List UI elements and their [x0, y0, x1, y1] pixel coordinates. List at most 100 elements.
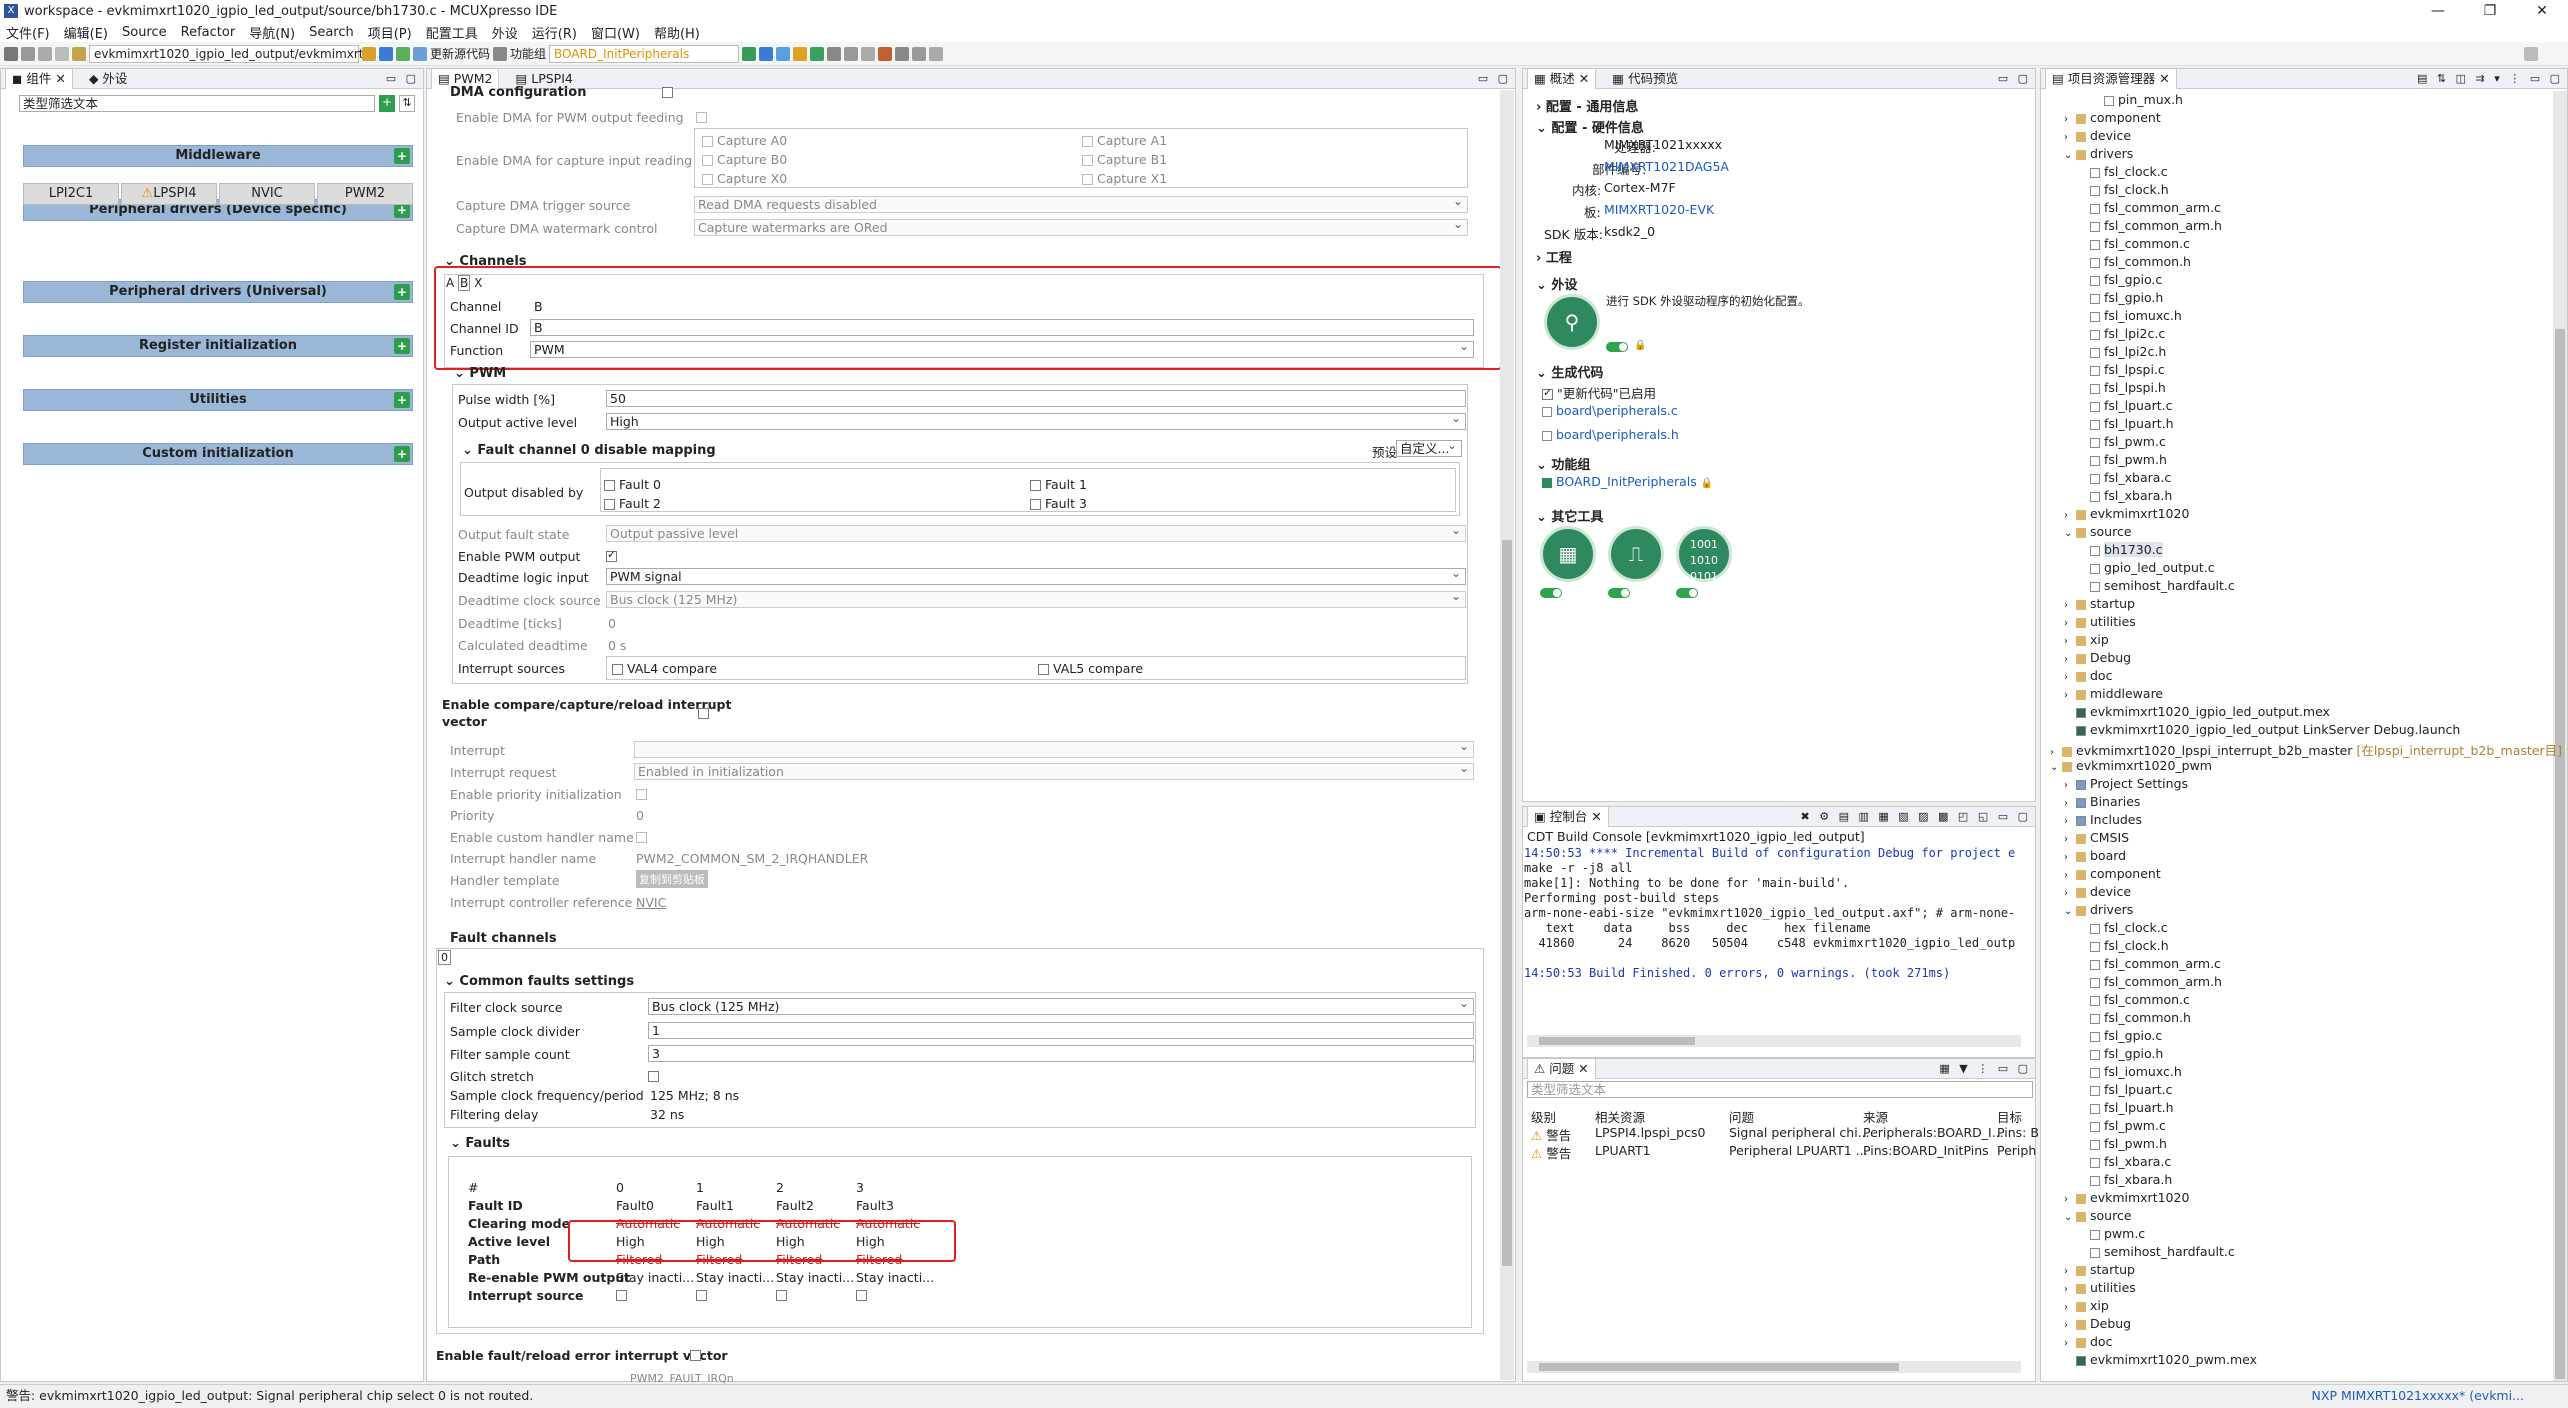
tree-item[interactable]: fsl_common_arm.c [2078, 956, 2221, 971]
tab-code-preview[interactable]: ▦ 代码预览 [1606, 69, 1684, 89]
tree-item[interactable]: › middleware [2064, 686, 2163, 701]
explorer-scrollbar-thumb[interactable] [2555, 329, 2565, 1379]
update-code-icon[interactable] [413, 46, 427, 61]
tree-item[interactable]: fsl_lpuart.h [2078, 1100, 2174, 1115]
func-group-link[interactable]: BOARD_InitPeripherals 🔒 [1542, 474, 1713, 489]
capture-a0[interactable]: Capture A0 [702, 133, 787, 148]
tree-item[interactable]: fsl_common_arm.h [2078, 218, 2222, 233]
menu-item[interactable]: Search [309, 25, 354, 40]
tree-item[interactable]: › utilities [2064, 1280, 2136, 1295]
pins-tool-toggle[interactable] [1540, 588, 1562, 598]
pwm-heading[interactable]: ⌄ PWM [454, 366, 506, 381]
search-icon[interactable] [2524, 46, 2538, 61]
filter-count-input[interactable]: 3 [648, 1045, 1474, 1062]
filter-clock-select[interactable]: Bus clock (125 MHz) [648, 998, 1474, 1015]
tree-item[interactable]: ⌄ drivers [2064, 146, 2133, 161]
fault-channel-tab-0[interactable]: 0 [438, 950, 451, 965]
overview-panel-controls[interactable]: ▭ ▢ [1998, 72, 2031, 85]
group-props-icon[interactable] [759, 46, 774, 61]
tool-icon[interactable] [878, 46, 893, 61]
chevron-right-icon[interactable]: › [2064, 636, 2076, 647]
enable-priority-checkbox[interactable] [636, 789, 647, 800]
add-register-init-icon[interactable]: + [394, 338, 410, 354]
tree-item[interactable]: fsl_gpio.h [2078, 290, 2163, 305]
project-heading[interactable]: › 工程 [1536, 247, 1572, 266]
glitch-checkbox[interactable] [648, 1071, 659, 1082]
tree-item[interactable]: evkmimxrt1020_pwm.mex [2064, 1352, 2257, 1367]
clocks-tool-toggle[interactable] [1608, 588, 1630, 598]
menu-item[interactable]: 窗口(W) [591, 23, 640, 42]
tree-item[interactable]: fsl_gpio.c [2078, 272, 2162, 287]
chevron-right-icon[interactable]: › [2064, 1320, 2076, 1331]
tree-item[interactable]: fsl_iomuxc.h [2078, 1064, 2182, 1079]
chevron-right-icon[interactable]: › [2064, 1266, 2076, 1277]
dropdown-icon[interactable] [493, 46, 508, 61]
clocks-icon[interactable] [396, 46, 410, 61]
chevron-right-icon[interactable]: › [2050, 747, 2062, 758]
tree-item[interactable]: fsl_lpi2c.h [2078, 344, 2166, 359]
sort-icon[interactable]: ⇅ [399, 95, 415, 112]
menu-item[interactable]: 配置工具 [426, 23, 478, 42]
tree-item[interactable]: evkmimxrt1020_igpio_led_output LinkServe… [2064, 722, 2460, 737]
capture-x1[interactable]: Capture X1 [1082, 171, 1167, 186]
new-icon[interactable] [4, 46, 18, 61]
board-link[interactable]: MIMXRT1020-EVK [1604, 202, 1714, 217]
menu-item[interactable]: 项目(P) [368, 23, 412, 42]
restore-button[interactable]: ❐ [2464, 0, 2516, 22]
more-icon[interactable] [929, 46, 944, 61]
tree-item[interactable]: ⌄ source [2064, 524, 2132, 539]
menu-item[interactable]: 编辑(E) [64, 23, 108, 42]
panel-controls[interactable]: ▭ ▢ [386, 72, 419, 85]
tree-item[interactable]: ⌄ drivers [2064, 902, 2133, 917]
tree-item[interactable]: › device [2064, 128, 2131, 143]
tree-item[interactable]: fsl_xbara.h [2078, 1172, 2172, 1187]
tree-item[interactable]: › doc [2064, 668, 2112, 683]
tree-item[interactable]: › component [2064, 110, 2161, 125]
col-level[interactable]: 级别 [1531, 1107, 1556, 1126]
tree-item[interactable]: fsl_clock.h [2078, 182, 2169, 197]
chevron-right-icon[interactable]: › [2064, 132, 2076, 143]
clocks-tool-icon[interactable]: ⎍ [1608, 526, 1664, 582]
chevron-right-icon[interactable]: › [2064, 816, 2076, 827]
tree-item[interactable]: › board [2064, 848, 2126, 863]
fault-cell-reenable[interactable]: Stay inacti... [856, 1270, 934, 1285]
search-tool-icon[interactable] [827, 46, 842, 61]
tree-item[interactable]: fsl_common.c [2078, 992, 2190, 1007]
fault3-check[interactable]: Fault 3 [1030, 496, 1087, 511]
chevron-right-icon[interactable]: › [2064, 1338, 2076, 1349]
col-resource[interactable]: 相关资源 [1595, 1107, 1645, 1126]
menu-item[interactable]: Source [122, 25, 167, 40]
problem-level[interactable]: ⚠ 警告 [1531, 1143, 1571, 1162]
copy-clipboard-button[interactable]: 复制到剪贴板 [636, 870, 708, 888]
tree-item[interactable]: › xip [2064, 1298, 2109, 1313]
capture-watermark-select[interactable]: Capture watermarks are ORed [694, 219, 1468, 236]
tree-item[interactable]: › startup [2064, 596, 2135, 611]
usb-peripheral-icon[interactable]: ⚲ [1544, 294, 1600, 350]
nav-back-icon[interactable] [844, 46, 859, 61]
problem-target[interactable]: Pins: B [1997, 1125, 2039, 1140]
tree-item[interactable]: ⌄ evkmimxrt1020_pwm [2050, 758, 2212, 773]
editor-panel-controls[interactable]: ▭ ▢ [1478, 72, 1511, 85]
chevron-right-icon[interactable]: › [2064, 600, 2076, 611]
deadtime-clock-select[interactable]: Bus clock (125 MHz) [606, 591, 1466, 608]
tee-tool-toggle[interactable] [1676, 588, 1698, 598]
tree-item[interactable]: › startup [2064, 1262, 2135, 1277]
pins-tool-icon[interactable]: ▦ [1540, 526, 1596, 582]
peripherals-heading[interactable]: ⌄ 外设 [1536, 274, 1577, 293]
config-hw-heading[interactable]: ⌄ 配置 - 硬件信息 [1536, 117, 1644, 136]
chevron-right-icon[interactable]: › [2064, 618, 2076, 629]
common-faults-heading[interactable]: ⌄ Common faults settings [444, 974, 634, 989]
run-icon[interactable] [810, 46, 825, 61]
add-component-icon[interactable]: + [379, 95, 395, 112]
capture-b1[interactable]: Capture B1 [1082, 152, 1167, 167]
category-utilities[interactable]: Utilities + [23, 389, 413, 411]
update-code-button[interactable]: 更新源代码 [430, 45, 490, 62]
chevron-right-icon[interactable]: › [2064, 690, 2076, 701]
category-custom-init[interactable]: Custom initialization + [23, 443, 413, 465]
enable-pwm-output-checkbox[interactable] [606, 548, 617, 562]
tree-item[interactable]: fsl_lpuart.h [2078, 416, 2174, 431]
config-common-heading[interactable]: › 配置 - 通用信息 [1536, 96, 1638, 115]
tree-item[interactable]: fsl_common_arm.h [2078, 974, 2222, 989]
tree-item[interactable]: › xip [2064, 632, 2109, 647]
tree-item[interactable]: fsl_common.c [2078, 236, 2190, 251]
